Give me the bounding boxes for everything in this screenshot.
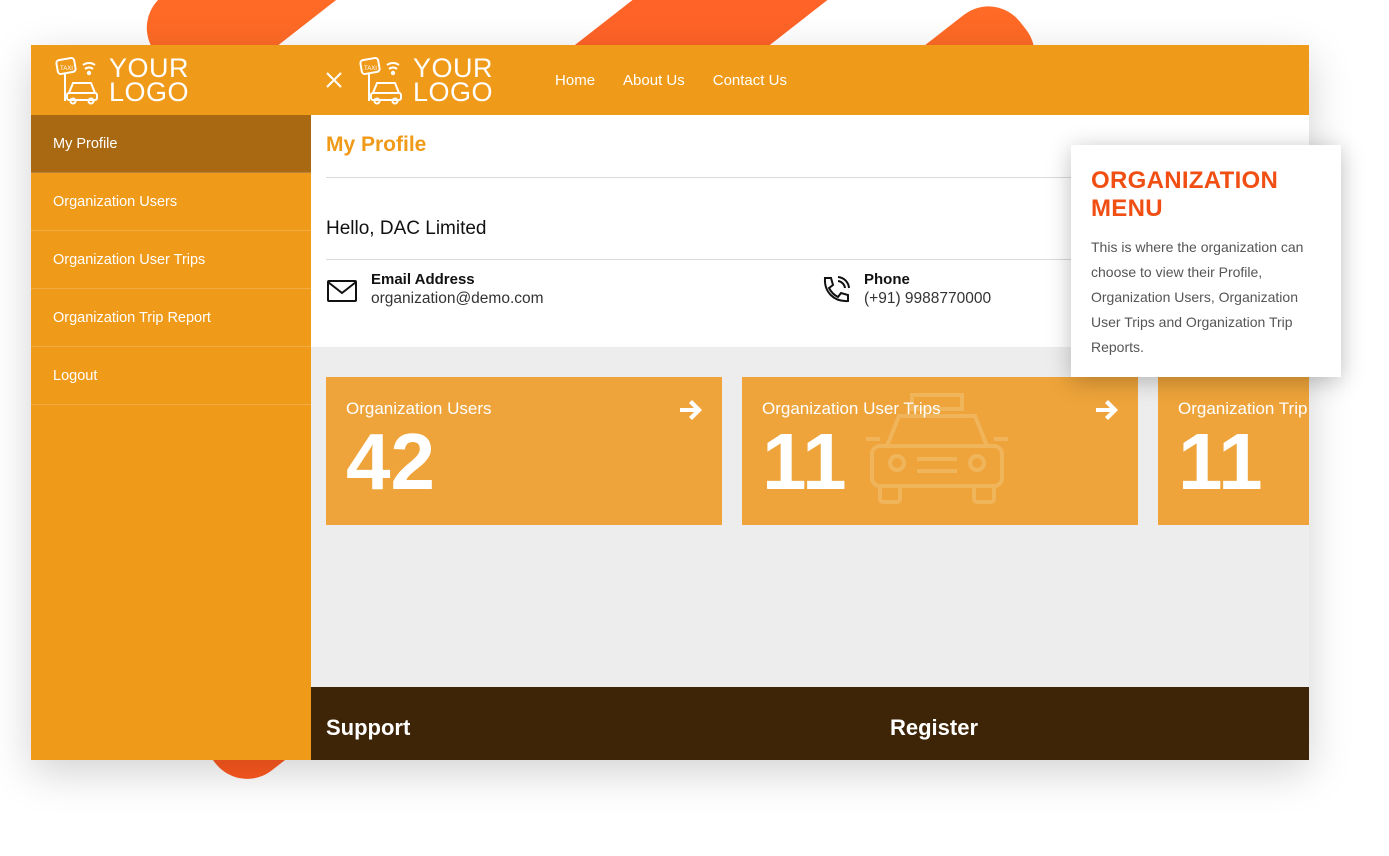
stat-card-organization-trip-report[interactable]: Organization Trip Report 11 bbox=[1158, 377, 1309, 525]
phone-value[interactable]: (+91) 9988770000 bbox=[864, 290, 991, 308]
svg-text:TAXI: TAXI bbox=[364, 66, 377, 72]
arrow-right-icon bbox=[1096, 400, 1118, 420]
close-menu-button[interactable] bbox=[319, 65, 349, 95]
stat-card-organization-user-trips[interactable]: Organization User Trips 11 bbox=[742, 377, 1138, 525]
stat-title: Organization Users bbox=[346, 399, 492, 418]
phone-info: Phone (+91) 9988770000 bbox=[819, 271, 991, 308]
svg-text:TAXI: TAXI bbox=[60, 66, 73, 72]
top-bar: TAXI YOUR LOGO Home About Us Contact Us bbox=[311, 45, 1309, 115]
email-info: Email Address organization@demo.com bbox=[326, 271, 544, 308]
sidebar-item-label: Organization Users bbox=[53, 193, 178, 210]
stat-title: Organization User Trips bbox=[762, 399, 941, 418]
sidebar-item-logout[interactable]: Logout bbox=[31, 347, 311, 405]
logo: TAXI YOUR LOGO bbox=[53, 55, 190, 107]
phone-icon bbox=[823, 276, 850, 303]
greeting: Hello, DAC Limited bbox=[326, 218, 487, 239]
close-icon bbox=[326, 72, 342, 88]
taxi-logo-icon: TAXI bbox=[55, 57, 98, 105]
sidebar-item-organization-trip-report[interactable]: Organization Trip Report bbox=[31, 289, 311, 347]
arrow-right-icon bbox=[680, 400, 702, 420]
sidebar-logo[interactable]: TAXI YOUR LOGO bbox=[31, 45, 311, 115]
taxi-logo-icon: TAXI bbox=[359, 57, 402, 105]
email-label: Email Address bbox=[371, 271, 475, 288]
logo-line-2: LOGO bbox=[109, 77, 190, 107]
nav-link-about-us[interactable]: About Us bbox=[623, 72, 685, 89]
callout-text: This is where the organization can choos… bbox=[1091, 239, 1304, 355]
nav-link-contact-us[interactable]: Contact Us bbox=[713, 72, 787, 89]
header-logo[interactable]: TAXI YOUR LOGO bbox=[357, 55, 494, 107]
sidebar-item-label: Organization Trip Report bbox=[53, 309, 211, 326]
logo-text: YOUR LOGO bbox=[109, 55, 190, 107]
stat-value: 11 bbox=[1178, 417, 1263, 506]
logo-line-2: LOGO bbox=[413, 77, 494, 107]
nav-link-home[interactable]: Home bbox=[555, 72, 595, 89]
logo-text: YOUR LOGO bbox=[413, 55, 494, 107]
mail-icon bbox=[327, 280, 357, 302]
stat-title: Organization Trip Report bbox=[1178, 399, 1309, 418]
top-nav: Home About Us Contact Us bbox=[555, 72, 787, 89]
sidebar-item-label: Organization User Trips bbox=[53, 251, 206, 268]
footer-heading-register: Register bbox=[890, 715, 979, 740]
footer-heading-support: Support bbox=[326, 715, 411, 740]
sidebar-item-label: My Profile bbox=[53, 135, 118, 152]
sidebar-item-organization-user-trips[interactable]: Organization User Trips bbox=[31, 231, 311, 289]
organization-menu-callout: ORGANIZATION MENU This is where the orga… bbox=[1071, 145, 1341, 377]
page-title: My Profile bbox=[326, 133, 427, 156]
callout-title: ORGANIZATION MENU bbox=[1091, 167, 1279, 222]
sidebar-item-my-profile[interactable]: My Profile bbox=[31, 115, 311, 173]
sidebar-item-organization-users[interactable]: Organization Users bbox=[31, 173, 311, 231]
stat-value: 11 bbox=[762, 417, 847, 506]
stat-value: 42 bbox=[346, 417, 435, 506]
email-value[interactable]: organization@demo.com bbox=[371, 290, 544, 308]
stat-card-organization-users[interactable]: Organization Users 42 bbox=[326, 377, 722, 525]
phone-label: Phone bbox=[864, 271, 910, 288]
footer: Support Register bbox=[311, 687, 1309, 760]
sidebar: TAXI YOUR LOGO My Profile Organization U… bbox=[31, 45, 311, 760]
sidebar-item-label: Logout bbox=[53, 367, 98, 384]
sidebar-menu: My Profile Organization Users Organizati… bbox=[31, 115, 311, 405]
